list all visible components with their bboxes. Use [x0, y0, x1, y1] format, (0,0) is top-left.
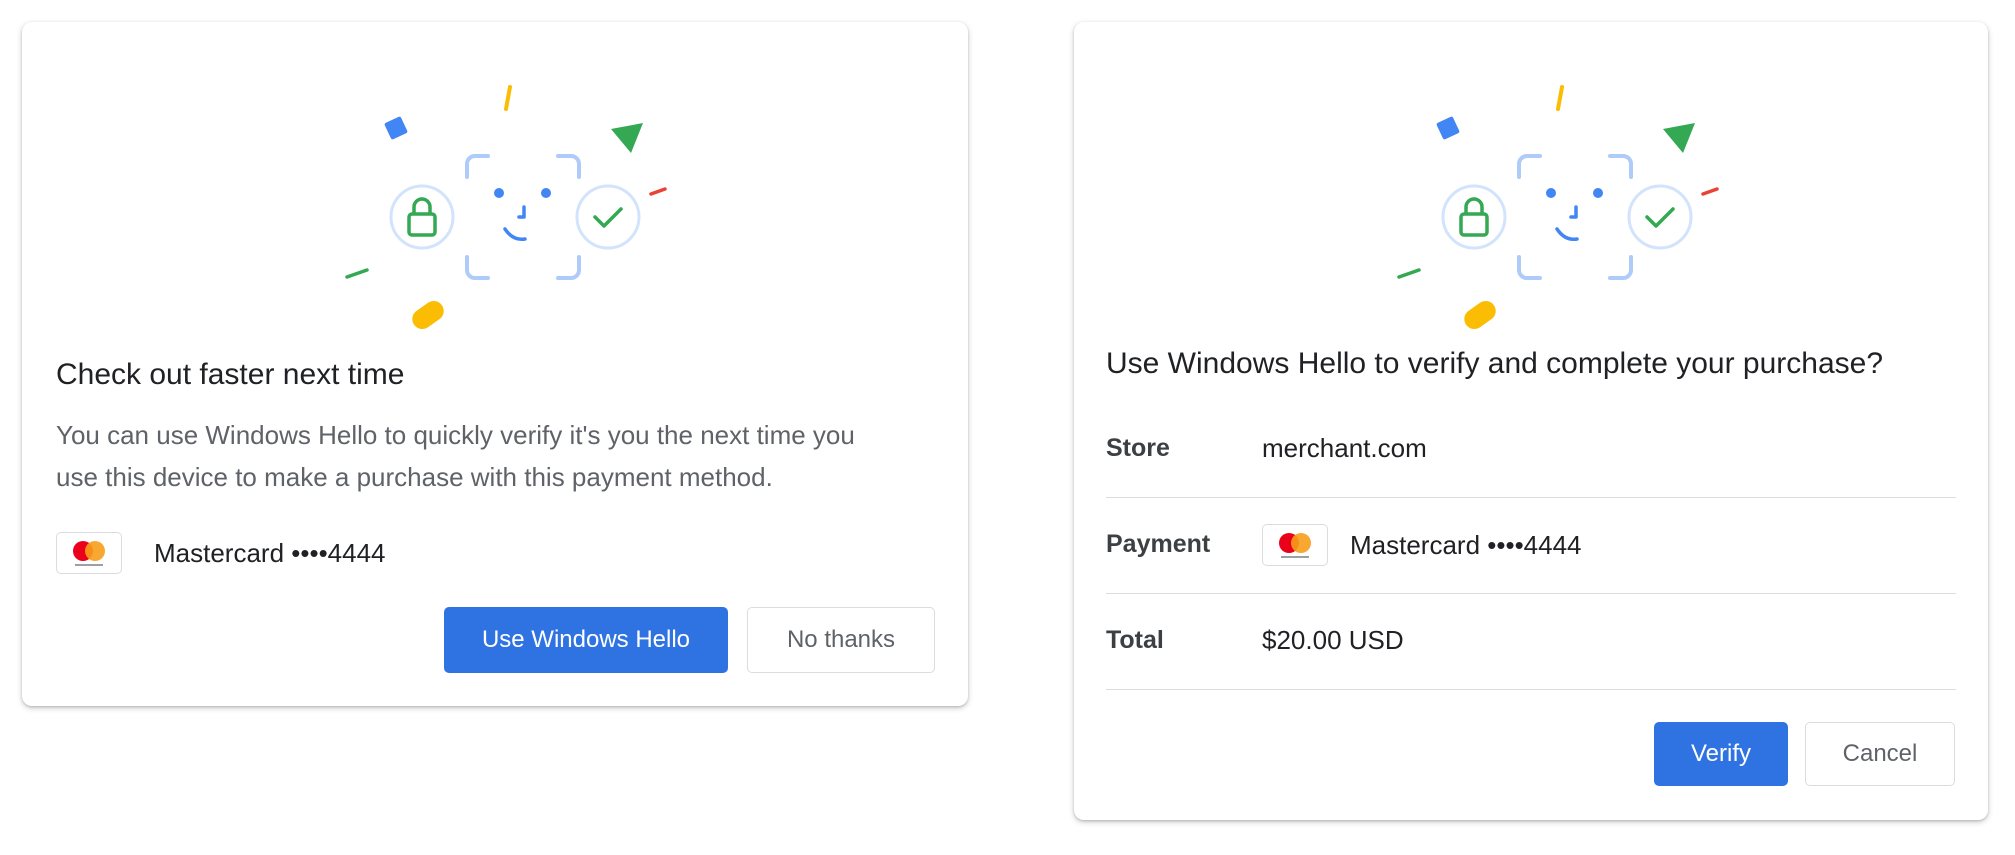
- face-smile: [503, 227, 527, 242]
- store-label: Store: [1106, 434, 1170, 462]
- card-label: Mastercard ••••4444: [154, 538, 386, 568]
- windows-hello-illustration: [1397, 85, 1719, 330]
- green-triangle-confetti: [1663, 123, 1695, 153]
- total-label: Total: [1106, 626, 1164, 654]
- mastercard-icon: [1279, 533, 1311, 558]
- face-eye-left: [1546, 188, 1556, 198]
- store-value: merchant.com: [1262, 433, 1427, 463]
- enroll-description-line-2: use this device to make a purchase with …: [56, 462, 773, 492]
- face-nose: [517, 205, 526, 219]
- yellow-line-confetti: [504, 85, 512, 111]
- verify-dialog: Use Windows Hello to verify and complete…: [1074, 22, 1988, 820]
- enroll-title: Check out faster next time: [56, 358, 405, 391]
- face-eye-left: [494, 188, 504, 198]
- mastercard-logo: [56, 532, 122, 574]
- face-eye-right: [1593, 188, 1603, 198]
- cancel-button[interactable]: Cancel: [1805, 722, 1955, 786]
- green-triangle-confetti: [611, 123, 643, 153]
- row-divider: [1106, 689, 1956, 690]
- yellow-line-confetti: [1556, 85, 1564, 111]
- blue-square-confetti: [1436, 116, 1460, 140]
- use-windows-hello-button[interactable]: Use Windows Hello: [444, 607, 728, 673]
- face-smile: [1555, 227, 1579, 242]
- mastercard-logo: [1262, 524, 1328, 566]
- mastercard-icon: [73, 541, 105, 566]
- green-line-confetti: [345, 268, 369, 279]
- green-line-confetti: [1397, 268, 1421, 279]
- payment-label: Payment: [1106, 530, 1211, 558]
- verify-title: Use Windows Hello to verify and complete…: [1106, 347, 1884, 380]
- blue-square-confetti: [384, 116, 408, 140]
- check-circle: [1627, 184, 1693, 250]
- verify-button[interactable]: Verify: [1654, 722, 1788, 786]
- enroll-description-line-1: You can use Windows Hello to quickly ver…: [56, 420, 855, 450]
- enroll-description: You can use Windows Hello to quickly ver…: [56, 414, 936, 498]
- windows-hello-illustration: [345, 85, 667, 330]
- red-line-confetti: [649, 187, 667, 196]
- no-thanks-button[interactable]: No thanks: [747, 607, 935, 673]
- yellow-pill-confetti: [1464, 300, 1496, 330]
- row-divider: [1106, 497, 1956, 498]
- lock-circle: [1441, 184, 1507, 250]
- row-divider: [1106, 593, 1956, 594]
- yellow-pill-confetti: [412, 300, 444, 330]
- face-nose: [1569, 205, 1578, 219]
- lock-circle: [389, 184, 455, 250]
- check-circle: [575, 184, 641, 250]
- enroll-dialog: Check out faster next time You can use W…: [22, 22, 968, 706]
- payment-value: Mastercard ••••4444: [1350, 530, 1582, 560]
- red-line-confetti: [1701, 187, 1719, 196]
- face-eye-right: [541, 188, 551, 198]
- total-value: $20.00 USD: [1262, 625, 1404, 655]
